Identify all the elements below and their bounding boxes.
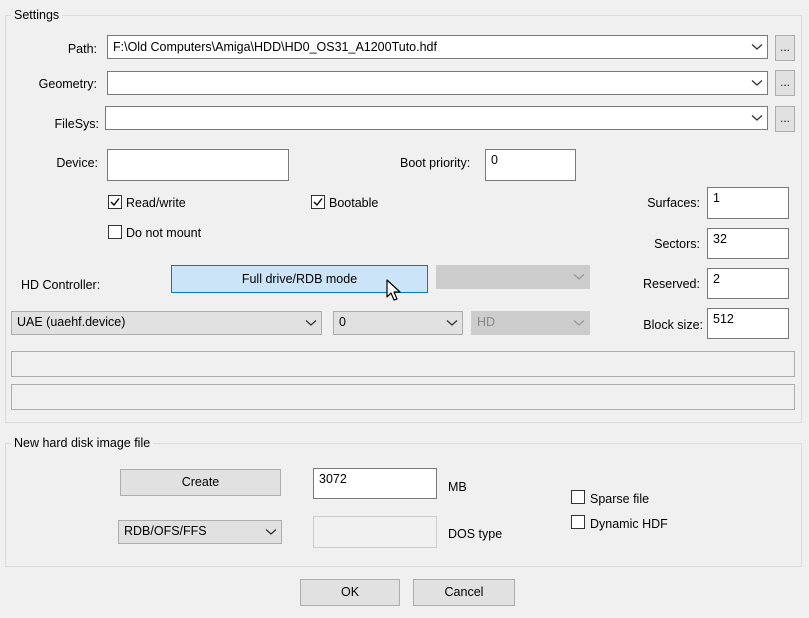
path-browse-button[interactable]: ... <box>775 35 795 61</box>
chevron-down-icon[interactable] <box>446 319 458 327</box>
filesystem-select-value: RDB/OFS/FFS <box>124 524 207 538</box>
block-size-label: Block size: <box>643 318 703 332</box>
dostype-input <box>313 516 437 548</box>
info-bar-2 <box>11 384 795 410</box>
reserved-label: Reserved: <box>643 277 700 291</box>
dynamic-hdf-checkbox[interactable] <box>571 515 585 529</box>
rdb-mode-combobox <box>436 265 590 289</box>
read-write-checkbox[interactable] <box>108 195 122 209</box>
new-image-legend: New hard disk image file <box>11 436 154 451</box>
chevron-down-icon <box>573 273 585 281</box>
filesystem-select[interactable]: RDB/OFS/FFS <box>118 520 282 544</box>
cancel-button[interactable]: Cancel <box>413 579 515 606</box>
checkmark-icon <box>313 198 323 207</box>
geometry-browse-button[interactable]: ... <box>775 70 795 96</box>
chevron-down-icon[interactable] <box>265 528 277 536</box>
new-image-group <box>5 443 802 567</box>
do-not-mount-checkbox[interactable] <box>108 225 122 239</box>
sectors-input[interactable]: 32 <box>707 228 789 259</box>
checkmark-icon <box>110 198 120 207</box>
bootable-checkbox[interactable] <box>311 195 325 209</box>
device-input[interactable] <box>107 149 289 181</box>
create-button[interactable]: Create <box>120 469 281 496</box>
do-not-mount-label[interactable]: Do not mount <box>126 225 201 241</box>
boot-priority-label: Boot priority: <box>400 156 471 170</box>
bootable-label[interactable]: Bootable <box>329 195 378 211</box>
block-size-input[interactable]: 512 <box>707 308 789 339</box>
controller-select-value: UAE (uaehf.device) <box>17 315 126 329</box>
mouse-pointer-icon <box>386 279 401 301</box>
device-label: Device: <box>56 156 98 170</box>
type-select: HD <box>471 311 590 335</box>
type-select-value: HD <box>477 315 496 329</box>
ok-button[interactable]: OK <box>300 579 400 606</box>
chevron-down-icon <box>573 319 585 327</box>
reserved-input[interactable]: 2 <box>707 268 789 299</box>
geometry-label: Geometry: <box>38 77 97 91</box>
sparse-file-checkbox[interactable] <box>571 490 585 504</box>
surfaces-label: Surfaces: <box>647 196 700 210</box>
path-combobox[interactable]: F:\Old Computers\Amiga\HDD\HD0_OS31_A120… <box>107 35 768 59</box>
chevron-down-icon[interactable] <box>751 43 763 51</box>
filesys-combobox[interactable] <box>105 106 768 130</box>
surfaces-input[interactable]: 1 <box>707 187 789 219</box>
chevron-down-icon[interactable] <box>305 319 317 327</box>
dynamic-hdf-label[interactable]: Dynamic HDF <box>590 516 668 532</box>
boot-priority-input[interactable]: 0 <box>485 149 576 181</box>
info-bar-1 <box>11 351 795 377</box>
chevron-down-icon[interactable] <box>751 79 763 87</box>
sectors-label: Sectors: <box>654 237 700 251</box>
settings-legend: Settings <box>11 8 63 23</box>
size-unit-label: MB <box>448 480 467 494</box>
unit-select[interactable]: 0 <box>333 311 463 335</box>
geometry-combobox[interactable] <box>107 71 768 95</box>
chevron-down-icon[interactable] <box>751 114 763 122</box>
read-write-label[interactable]: Read/write <box>126 195 186 211</box>
sparse-file-label[interactable]: Sparse file <box>590 491 649 507</box>
controller-select[interactable]: UAE (uaehf.device) <box>11 311 322 335</box>
hd-controller-label: HD Controller: <box>21 278 101 292</box>
unit-select-value: 0 <box>339 315 346 329</box>
filesys-label: FileSys: <box>54 117 99 131</box>
path-label: Path: <box>67 42 97 56</box>
filesys-browse-button[interactable]: ... <box>775 106 795 132</box>
size-input[interactable]: 3072 <box>313 468 437 499</box>
dostype-label: DOS type <box>448 527 503 541</box>
path-value: F:\Old Computers\Amiga\HDD\HD0_OS31_A120… <box>113 40 437 54</box>
